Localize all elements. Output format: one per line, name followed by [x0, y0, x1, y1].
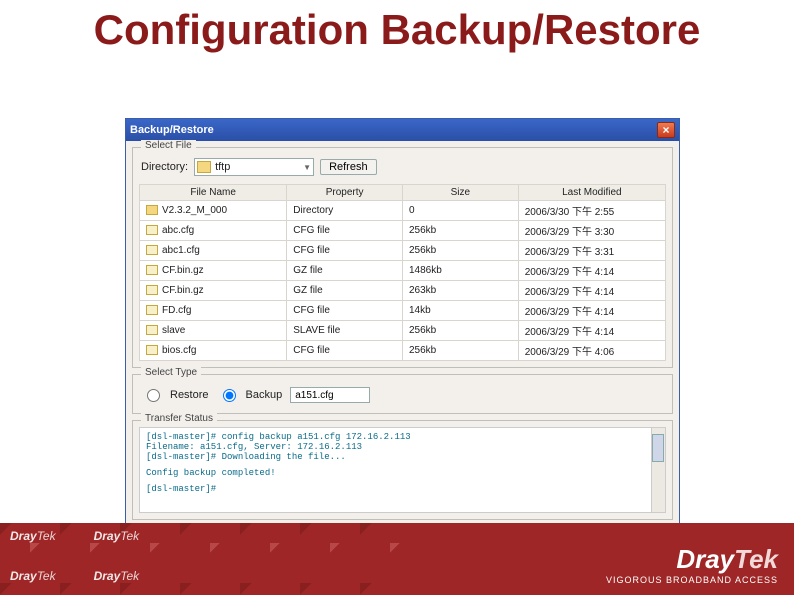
select-file-group: Select File Directory: tftp ▼ Refresh Fi… — [132, 147, 673, 368]
table-row[interactable]: FD.cfgCFG file14kb2006/3/29 下午 4:14 — [140, 301, 666, 321]
chevron-down-icon: ▼ — [303, 163, 311, 172]
transfer-status-legend: Transfer Status — [141, 413, 217, 424]
backup-restore-window: Backup/Restore × Select File Directory: … — [125, 118, 680, 556]
big-brand-logo: DrayTek VIGOROUS BROADBAND ACCESS — [606, 544, 778, 585]
term-line: Filename: a151.cfg, Server: 172.16.2.113 — [146, 442, 659, 452]
folder-icon — [197, 161, 211, 173]
col-property[interactable]: Property — [287, 185, 403, 201]
file-icon — [146, 225, 158, 235]
term-line: [dsl-master]# config backup a151.cfg 172… — [146, 432, 659, 442]
term-line: [dsl-master]# — [146, 484, 659, 494]
window-titlebar: Backup/Restore × — [126, 119, 679, 141]
table-row[interactable]: bios.cfgCFG file256kb2006/3/29 下午 4:06 — [140, 341, 666, 361]
file-icon — [146, 245, 158, 255]
table-row[interactable]: abc1.cfgCFG file256kb2006/3/29 下午 3:31 — [140, 241, 666, 261]
file-icon — [146, 305, 158, 315]
select-type-group: Select Type Restore Backup — [132, 374, 673, 414]
footer-band: DrayTek DrayTek DrayTek DrayTek DrayTek … — [0, 523, 794, 595]
directory-value: tftp — [215, 161, 230, 173]
table-row[interactable]: V2.3.2_M_000Directory02006/3/30 下午 2:55 — [140, 201, 666, 221]
brand-logos-row2: DrayTek DrayTek — [10, 569, 139, 583]
terminal-output[interactable]: [dsl-master]# config backup a151.cfg 172… — [139, 427, 666, 513]
backup-label: Backup — [246, 389, 283, 401]
term-line: Config backup completed! — [146, 468, 659, 478]
restore-label: Restore — [170, 389, 209, 401]
backup-filename-input[interactable] — [290, 387, 370, 403]
col-filename[interactable]: File Name — [140, 185, 287, 201]
folder-icon — [146, 205, 158, 215]
table-row[interactable]: abc.cfgCFG file256kb2006/3/29 下午 3:30 — [140, 221, 666, 241]
col-modified[interactable]: Last Modified — [518, 185, 665, 201]
directory-label: Directory: — [141, 161, 188, 173]
file-icon — [146, 265, 158, 275]
scrollbar[interactable] — [651, 428, 665, 512]
restore-radio[interactable] — [147, 389, 160, 402]
table-row[interactable]: CF.bin.gzGZ file263kb2006/3/29 下午 4:14 — [140, 281, 666, 301]
file-table: File Name Property Size Last Modified V2… — [139, 184, 666, 361]
scroll-thumb[interactable] — [652, 434, 664, 462]
transfer-status-group: Transfer Status [dsl-master]# config bac… — [132, 420, 673, 520]
select-file-legend: Select File — [141, 140, 196, 151]
close-icon[interactable]: × — [657, 122, 675, 138]
file-icon — [146, 285, 158, 295]
col-size[interactable]: Size — [402, 185, 518, 201]
directory-row: Directory: tftp ▼ Refresh — [141, 158, 664, 176]
brand-logos-row1: DrayTek DrayTek — [10, 529, 139, 543]
directory-select[interactable]: tftp ▼ — [194, 158, 314, 176]
refresh-button[interactable]: Refresh — [320, 159, 377, 175]
file-icon — [146, 325, 158, 335]
table-row[interactable]: slaveSLAVE file256kb2006/3/29 下午 4:14 — [140, 321, 666, 341]
select-type-legend: Select Type — [141, 367, 201, 378]
table-row[interactable]: CF.bin.gzGZ file1486kb2006/3/29 下午 4:14 — [140, 261, 666, 281]
slide-title: Configuration Backup/Restore — [0, 0, 794, 56]
file-icon — [146, 345, 158, 355]
brand-tagline: VIGOROUS BROADBAND ACCESS — [606, 575, 778, 585]
backup-radio[interactable] — [223, 389, 236, 402]
window-title: Backup/Restore — [130, 124, 214, 136]
term-line: [dsl-master]# Downloading the file... — [146, 452, 659, 462]
